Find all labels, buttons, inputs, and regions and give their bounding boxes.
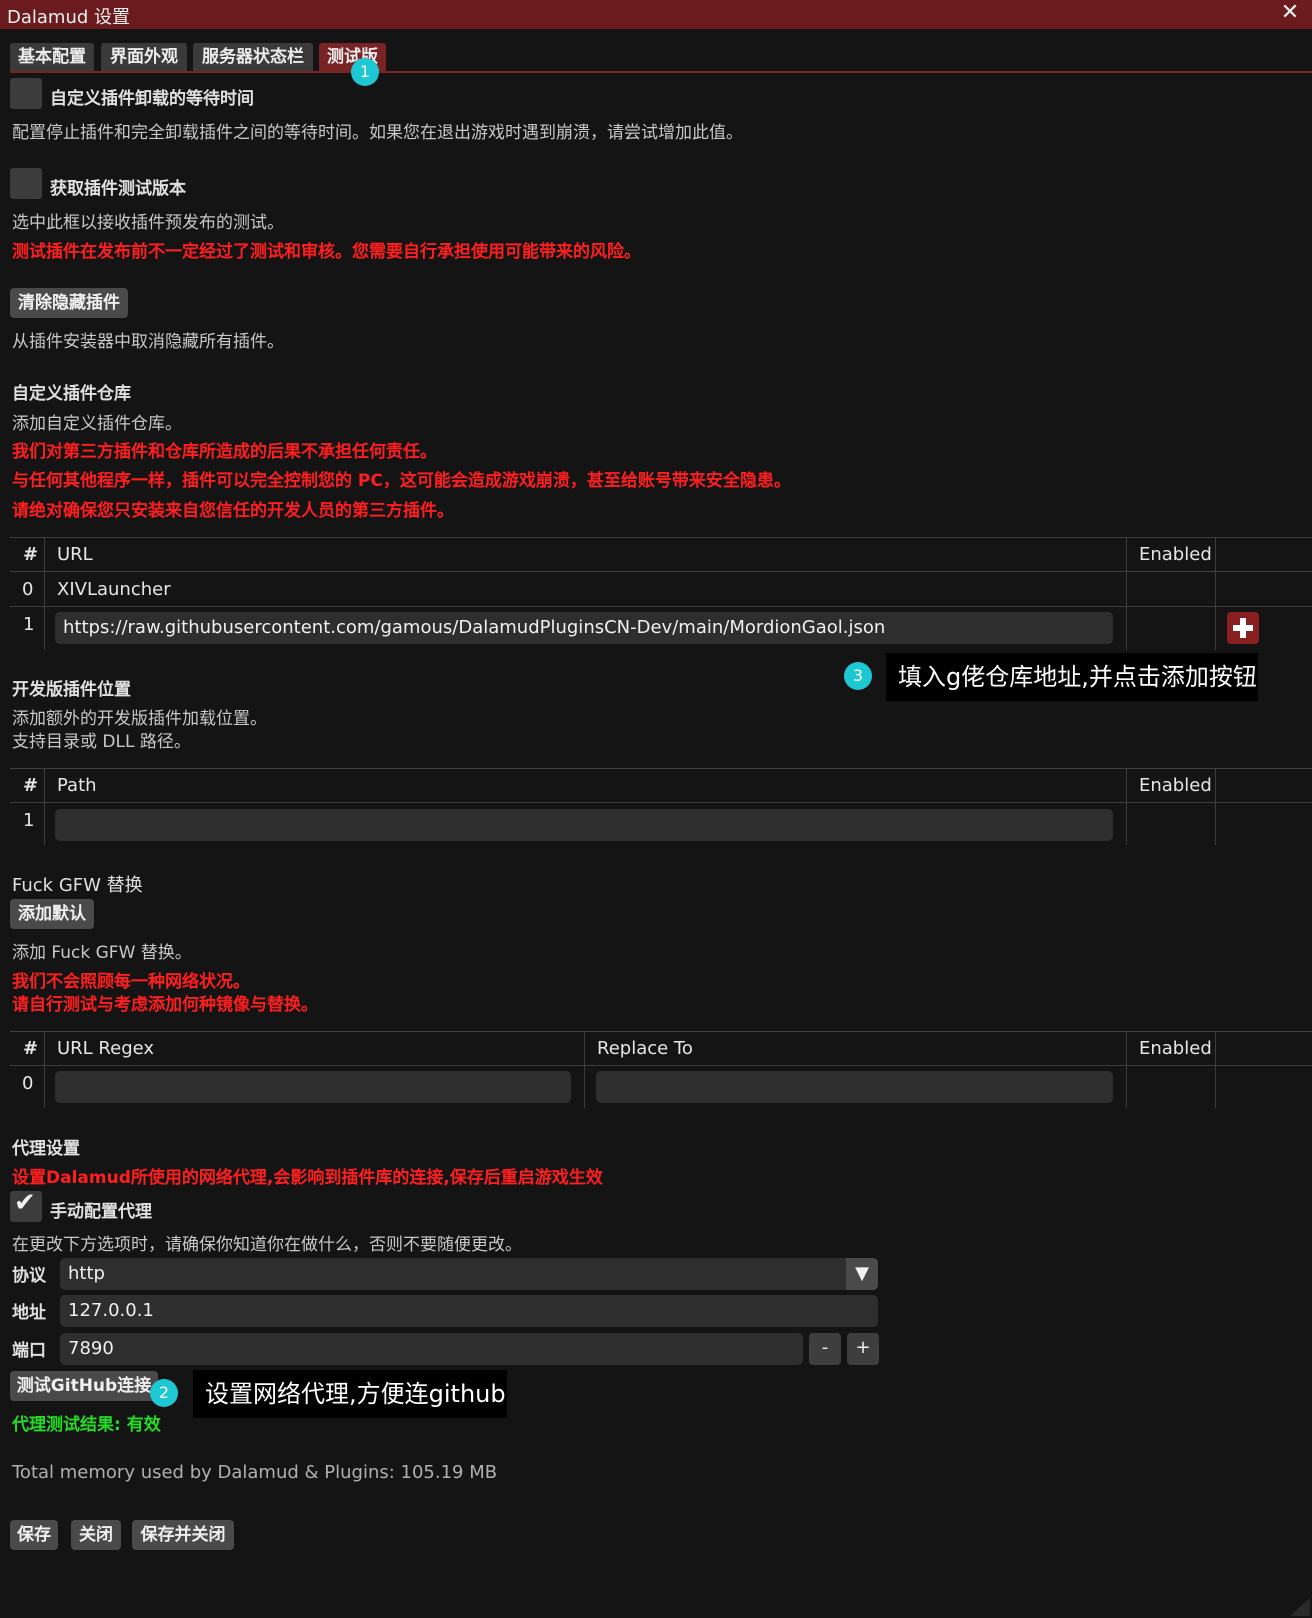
repos-warning-1: 我们对第三方插件和仓库所造成的后果不承担任何责任。 xyxy=(12,442,437,462)
port-increment-button[interactable]: + xyxy=(847,1333,879,1365)
chevron-down-icon[interactable]: ▼ xyxy=(846,1258,878,1290)
testing-warning: 测试插件在发布前不一定经过了测试和审核。您需要自行承担使用可能带来的风险。 xyxy=(12,242,641,262)
repo-url-input[interactable]: https://raw.githubusercontent.com/gamous… xyxy=(55,612,1113,644)
gfw-regex-input[interactable] xyxy=(55,1071,571,1103)
proxy-test-result: 代理测试结果: 有效 xyxy=(12,1415,161,1435)
clear-hidden-desc: 从插件安装器中取消隐藏所有插件。 xyxy=(12,332,284,352)
gfw-desc: 添加 Fuck GFW 替换。 xyxy=(12,943,192,963)
add-repo-button[interactable] xyxy=(1227,612,1259,644)
protocol-label: 协议 xyxy=(12,1266,46,1286)
dev-path-input[interactable] xyxy=(55,809,1113,841)
tab-underline xyxy=(10,71,1312,73)
dev-heading: 开发版插件位置 xyxy=(12,680,131,700)
unload-wait-desc: 配置停止插件和完全卸载插件之间的等待时间。如果您在退出游戏时遇到崩溃，请尝试增加… xyxy=(12,123,743,143)
dev-col-num: # xyxy=(23,775,39,796)
repo-col-url: URL xyxy=(57,544,93,565)
port-label: 端口 xyxy=(12,1341,46,1361)
testing-desc: 选中此框以接收插件预发布的测试。 xyxy=(12,213,284,233)
repos-warning-2: 与任何其他程序一样，插件可以完全控制您的 PC，这可能会造成游戏崩溃，甚至给账号… xyxy=(12,471,791,491)
check-icon: ✔ xyxy=(14,1188,36,1218)
repo-new-num: 1 xyxy=(23,614,35,635)
repo-row-url: XIVLauncher xyxy=(57,579,171,600)
window-title: Dalamud 设置 xyxy=(7,7,131,28)
proxy-heading: 代理设置 xyxy=(12,1139,80,1159)
save-button[interactable]: 保存 xyxy=(10,1520,58,1550)
tab-server-bar[interactable]: 服务器状态栏 xyxy=(193,43,313,72)
gfw-col-num: # xyxy=(23,1038,39,1059)
save-and-close-button[interactable]: 保存并关闭 xyxy=(132,1520,234,1550)
dev-col-enabled: Enabled xyxy=(1139,775,1212,796)
close-icon[interactable]: ✕ xyxy=(1278,0,1302,25)
gfw-warning-2: 请自行测试与考虑添加何种镜像与替换。 xyxy=(12,995,318,1015)
repos-warning-3: 请绝对确保您只安装来自您信任的开发人员的第三方插件。 xyxy=(12,501,454,521)
port-input[interactable]: 7890 xyxy=(60,1333,803,1365)
gfw-col-regex: URL Regex xyxy=(57,1038,155,1059)
gfw-replace-input[interactable] xyxy=(596,1071,1113,1103)
dev-new-num: 1 xyxy=(23,810,35,831)
close-button[interactable]: 关闭 xyxy=(71,1520,121,1550)
address-input[interactable]: 127.0.0.1 xyxy=(60,1295,878,1327)
gfw-col-replace: Replace To xyxy=(597,1038,693,1059)
gfw-col-enabled: Enabled xyxy=(1139,1038,1212,1059)
repo-col-enabled: Enabled xyxy=(1139,544,1212,565)
repo-col-num: # xyxy=(23,544,39,565)
repos-desc: 添加自定义插件仓库。 xyxy=(12,414,182,434)
dev-desc-1: 添加额外的开发版插件加载位置。 xyxy=(12,709,267,729)
gfw-warning-1: 我们不会照顾每一种网络状况。 xyxy=(12,972,250,992)
title-bar: Dalamud 设置 ✕ xyxy=(0,0,1312,29)
tab-appearance[interactable]: 界面外观 xyxy=(101,43,187,72)
dev-col-path: Path xyxy=(57,775,97,796)
plus-icon xyxy=(1233,618,1253,638)
annotation-badge-3: 3 xyxy=(844,662,872,690)
tab-basic[interactable]: 基本配置 xyxy=(10,43,94,72)
protocol-select[interactable]: http xyxy=(60,1258,878,1290)
annotation-callout-proxy: 设置网络代理,方便连github xyxy=(193,1370,507,1418)
manual-proxy-label: 手动配置代理 xyxy=(50,1202,152,1222)
port-decrement-button[interactable]: - xyxy=(809,1333,841,1365)
annotation-badge-2: 2 xyxy=(150,1379,178,1407)
address-label: 地址 xyxy=(12,1303,46,1323)
repo-row-num: 0 xyxy=(22,579,34,600)
manual-proxy-checkbox[interactable]: ✔ xyxy=(10,1188,42,1222)
clear-hidden-button[interactable]: 清除隐藏插件 xyxy=(10,288,128,318)
testing-label: 获取插件测试版本 xyxy=(50,179,186,199)
resize-grip-icon[interactable] xyxy=(1290,1598,1310,1616)
unload-wait-checkbox[interactable] xyxy=(10,78,42,109)
gfw-add-default-button[interactable]: 添加默认 xyxy=(10,899,94,929)
proxy-caution: 在更改下方选项时，请确保你知道你在做什么，否则不要随便更改。 xyxy=(12,1235,522,1255)
proxy-warning: 设置Dalamud所使用的网络代理,会影响到插件库的连接,保存后重启游戏生效 xyxy=(12,1168,603,1188)
annotation-callout-repo: 填入g佬仓库地址,并点击添加按钮 xyxy=(886,653,1258,701)
unload-wait-label: 自定义插件卸载的等待时间 xyxy=(50,89,254,109)
gfw-new-num: 0 xyxy=(22,1073,34,1094)
repos-heading: 自定义插件仓库 xyxy=(12,384,131,404)
memory-usage: Total memory used by Dalamud & Plugins: … xyxy=(12,1462,498,1483)
testing-checkbox[interactable] xyxy=(10,168,42,199)
protocol-value: http xyxy=(68,1263,105,1284)
gfw-heading: Fuck GFW 替换 xyxy=(12,875,143,896)
dev-desc-2: 支持目录或 DLL 路径。 xyxy=(12,732,191,752)
annotation-badge-1: 1 xyxy=(351,58,379,86)
test-github-button[interactable]: 测试GitHub连接 xyxy=(10,1371,158,1401)
